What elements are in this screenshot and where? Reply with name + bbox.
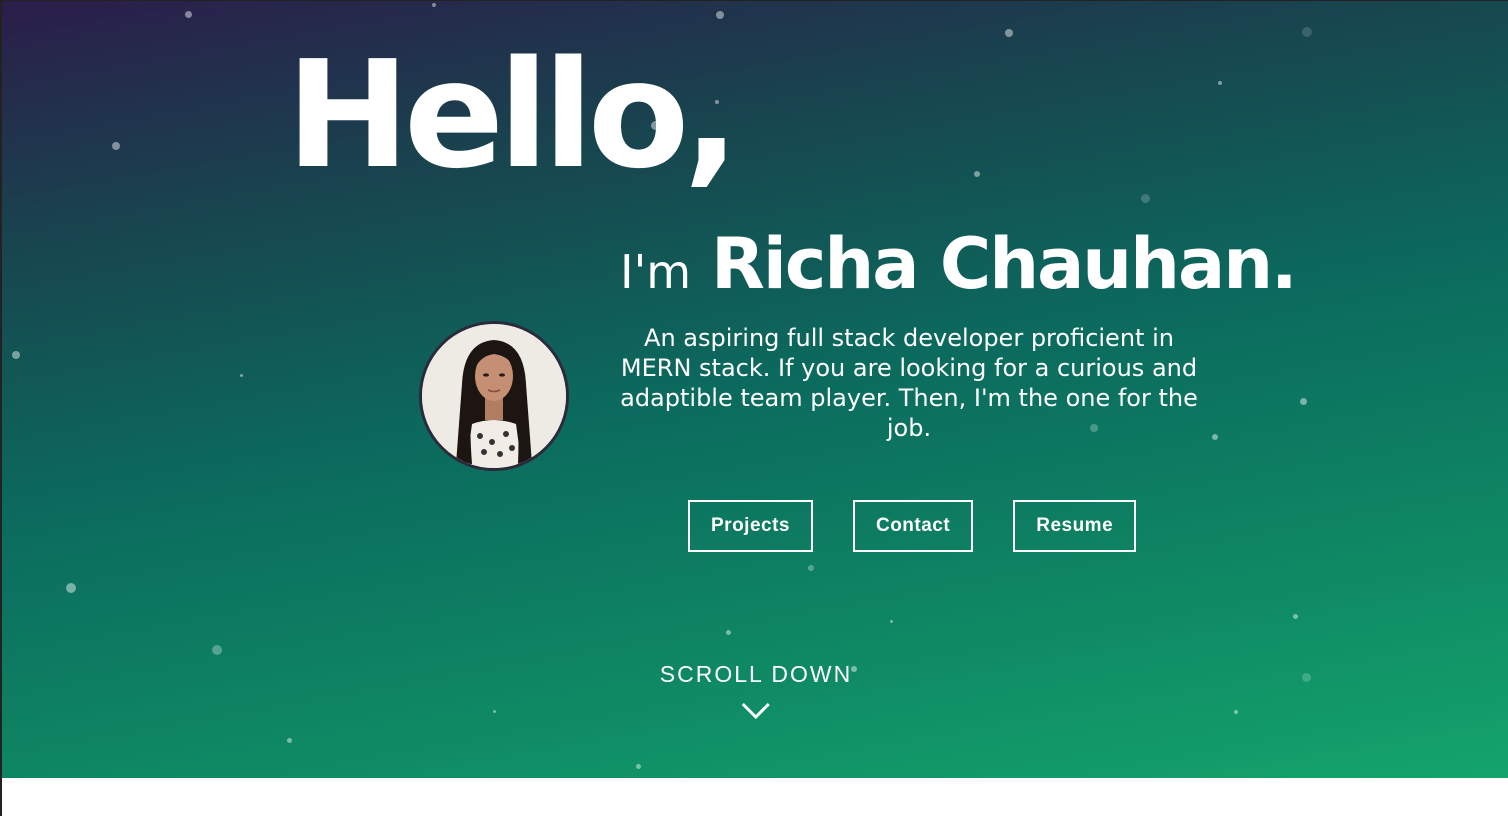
page: Hello, I'm Richa Chauhan. An aspiring fu… [0,0,1508,816]
scroll-down-link[interactable]: SCROLL DOWN [660,660,852,720]
cta-buttons: Projects Contact Resume [688,500,1137,552]
contact-button[interactable]: Contact [852,500,974,552]
greeting-heading: Hello, [286,29,740,201]
avatar [419,321,569,471]
bio-text: An aspiring full stack developer profici… [620,324,1198,442]
name-heading: Richa Chauhan. [711,223,1298,305]
resume-button[interactable]: Resume [1013,500,1137,552]
scroll-down-label: SCROLL DOWN [659,661,853,687]
profile-photo [422,324,566,468]
projects-button[interactable]: Projects [688,500,813,552]
intro-prefix: I'm [620,245,692,299]
hero-section: Hello, I'm Richa Chauhan. An aspiring fu… [2,1,1508,778]
intro-line: I'm Richa Chauhan. [620,223,1298,305]
chevron-down-icon[interactable] [741,702,771,720]
